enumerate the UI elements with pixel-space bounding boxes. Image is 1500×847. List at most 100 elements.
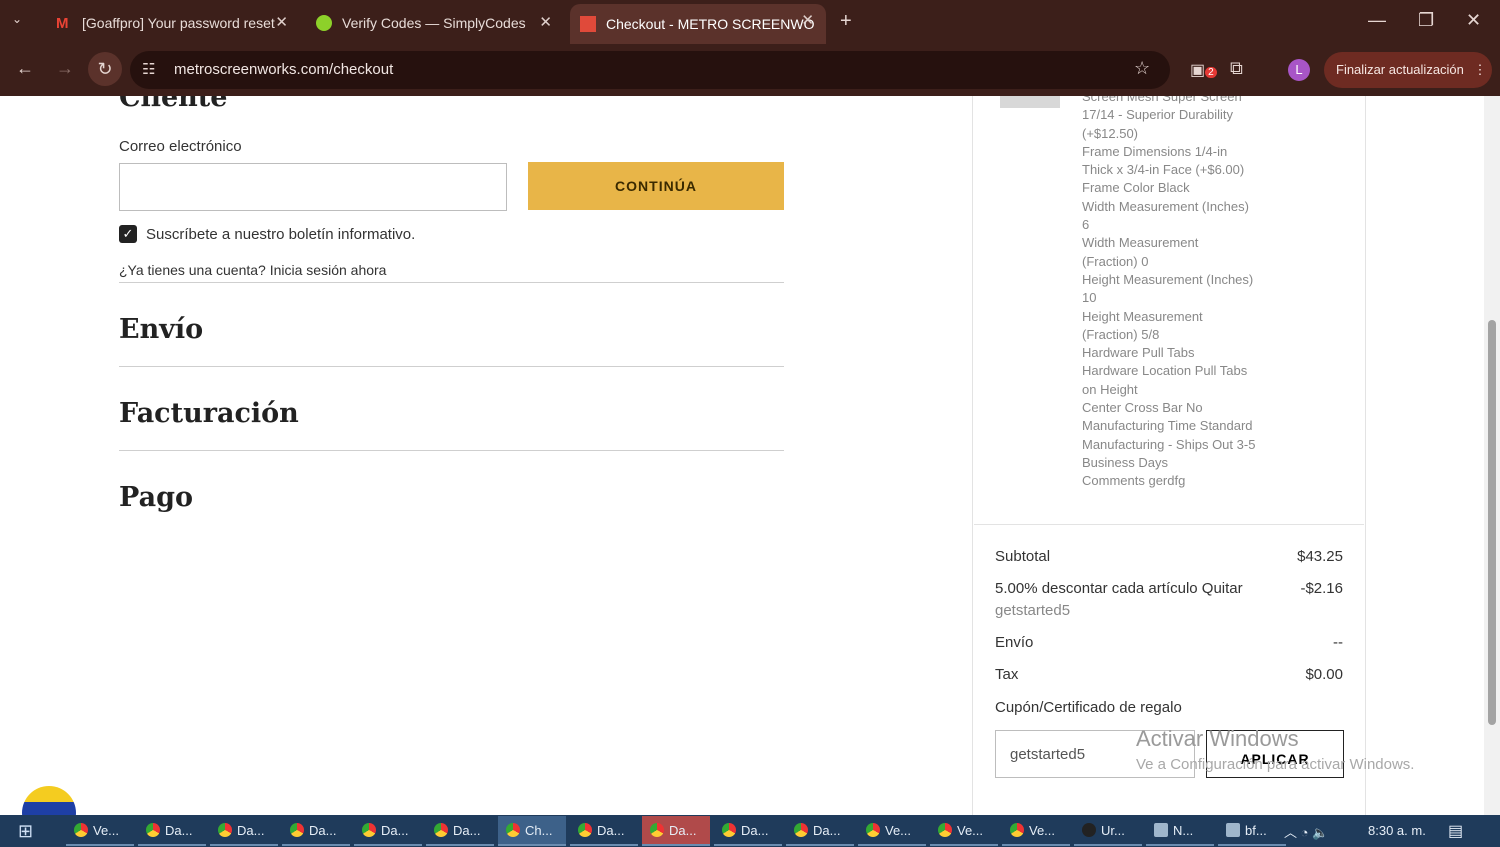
taskbar-item[interactable]: Da... bbox=[714, 816, 782, 846]
update-button[interactable]: Finalizar actualización ⋮ bbox=[1324, 52, 1492, 88]
taskbar-item[interactable]: bf... bbox=[1218, 816, 1286, 846]
coupon-label: Cupón/Certificado de regalo bbox=[995, 699, 1182, 716]
close-icon[interactable]: ✕ bbox=[275, 13, 288, 31]
close-icon[interactable]: ✕ bbox=[801, 11, 814, 29]
payment-heading[interactable]: Pago bbox=[119, 482, 193, 513]
clock[interactable]: 8:30 a. m. bbox=[1368, 823, 1426, 838]
taskbar-item[interactable]: Ve... bbox=[858, 816, 926, 846]
profile-avatar[interactable]: L bbox=[1288, 59, 1310, 81]
divider bbox=[119, 366, 784, 367]
taskbar-item[interactable]: Ve... bbox=[1002, 816, 1070, 846]
taskbar-item[interactable]: Ch... bbox=[498, 816, 566, 846]
browser-chrome: ⌄ M [Goaffpro] Your password reset ✕ Ver… bbox=[0, 0, 1500, 96]
option-line: Screen Mesh Super Screen 17/14 - Superio… bbox=[1082, 96, 1246, 141]
taskbar-label: Ve... bbox=[885, 823, 912, 838]
option-line: Center Cross Bar No bbox=[1082, 400, 1203, 416]
tab-title: [Goaffpro] Your password reset bbox=[82, 15, 275, 31]
scrollbar[interactable] bbox=[1484, 96, 1500, 815]
taskbar-item[interactable]: Ur... bbox=[1074, 816, 1142, 846]
subtotal-row: Subtotal $43.25 bbox=[995, 548, 1343, 565]
chrome-icon bbox=[218, 823, 232, 837]
shipping-value: -- bbox=[1333, 634, 1343, 651]
customer-heading: Cliente bbox=[119, 96, 228, 113]
option-line: Frame Color Black bbox=[1082, 180, 1190, 196]
taskbar-item[interactable]: Da... bbox=[786, 816, 854, 846]
discount-code: getstarted5 bbox=[995, 602, 1071, 619]
discount-label[interactable]: 5.00% descontar cada artículo Quitar bbox=[995, 580, 1243, 597]
option-line: Height Measurement (Inches) 10 bbox=[1082, 271, 1257, 306]
chrome-icon bbox=[578, 823, 592, 837]
activation-watermark-subtitle: Ve a Configuración para activar Windows. bbox=[1136, 756, 1415, 773]
chrome-icon bbox=[146, 823, 160, 837]
start-icon[interactable]: ⊞ bbox=[18, 821, 33, 842]
taskbar: ⊞ Ve... Da... Da... Da... Da... Da... Ch… bbox=[0, 815, 1500, 847]
login-link[interactable]: ¿Ya tienes una cuenta? Inicia sesión aho… bbox=[119, 262, 386, 278]
option-line: Hardware Location Pull Tabs on Height bbox=[1082, 363, 1251, 397]
continue-button[interactable]: CONTINÚA bbox=[528, 162, 784, 210]
tab-checkout[interactable]: Checkout - METRO SCREENWO ✕ bbox=[570, 4, 826, 44]
back-icon[interactable]: ← bbox=[16, 58, 34, 79]
taskbar-item[interactable]: Ve... bbox=[66, 816, 134, 846]
tray-icons[interactable]: ︿ ◔ 🔈 bbox=[1284, 822, 1328, 841]
taskbar-item[interactable]: Da... bbox=[570, 816, 638, 846]
site-info-icon[interactable]: ☷ bbox=[142, 60, 155, 78]
minimize-button[interactable]: — bbox=[1368, 10, 1386, 31]
tab-simplycodes[interactable]: Verify Codes — SimplyCodes ✕ bbox=[306, 6, 564, 40]
taskbar-item[interactable]: Da... bbox=[642, 816, 710, 846]
chrome-icon bbox=[290, 823, 304, 837]
tab-title: Checkout - METRO SCREENWO bbox=[606, 16, 815, 32]
tab-search-icon[interactable]: ⌄ bbox=[12, 12, 22, 26]
chrome-icon bbox=[794, 823, 808, 837]
email-field[interactable] bbox=[119, 163, 507, 211]
subtotal-value: $43.25 bbox=[1297, 548, 1343, 565]
taskbar-label: Ve... bbox=[1029, 823, 1056, 838]
chrome-icon bbox=[74, 823, 88, 837]
bookmark-star-icon[interactable]: ☆ bbox=[1134, 58, 1150, 79]
taskbar-label: Da... bbox=[309, 823, 337, 838]
shipping-row: Envío -- bbox=[995, 634, 1343, 651]
product-options: Screen Mesh Super Screen 17/14 - Superio… bbox=[1082, 96, 1260, 491]
url-text[interactable]: metroscreenworks.com/checkout bbox=[174, 61, 393, 78]
reload-icon[interactable]: ↻ bbox=[88, 52, 122, 86]
taskbar-item[interactable]: Ve... bbox=[930, 816, 998, 846]
taskbar-item[interactable]: Da... bbox=[354, 816, 422, 846]
new-tab-button[interactable]: + bbox=[840, 10, 852, 33]
notepad-icon bbox=[1154, 823, 1168, 837]
taskbar-label: Da... bbox=[669, 823, 697, 838]
tax-value: $0.00 bbox=[1305, 666, 1343, 683]
option-line: Height Measurement (Fraction) 5/8 bbox=[1082, 308, 1207, 342]
newsletter-label: Suscríbete a nuestro boletín informativo… bbox=[146, 226, 416, 243]
extension-icon[interactable]: ▣ 2 bbox=[1190, 60, 1217, 80]
taskbar-item[interactable]: Da... bbox=[426, 816, 494, 846]
chrome-icon bbox=[434, 823, 448, 837]
taskbar-item[interactable]: Da... bbox=[138, 816, 206, 846]
activation-watermark: Activar Windows bbox=[1136, 726, 1299, 751]
billing-heading[interactable]: Facturación bbox=[119, 398, 299, 429]
notification-icon[interactable]: ▤ bbox=[1448, 821, 1463, 841]
forward-icon[interactable]: → bbox=[56, 58, 74, 79]
restore-button[interactable]: ❐ bbox=[1418, 10, 1434, 31]
option-line: Width Measurement (Fraction) 0 bbox=[1082, 235, 1202, 269]
newsletter-checkbox[interactable]: ✓ bbox=[119, 225, 137, 243]
taskbar-item[interactable]: N... bbox=[1146, 816, 1214, 846]
shipping-heading[interactable]: Envío bbox=[119, 314, 203, 345]
close-window-button[interactable]: ✕ bbox=[1466, 10, 1481, 31]
taskbar-label: bf... bbox=[1245, 823, 1267, 838]
option-line: Hardware Pull Tabs bbox=[1082, 345, 1195, 361]
close-icon[interactable]: ✕ bbox=[539, 13, 552, 31]
option-line: Comments gerdfg bbox=[1082, 473, 1186, 489]
taskbar-label: N... bbox=[1173, 823, 1194, 838]
taskbar-label: Da... bbox=[381, 823, 409, 838]
divider bbox=[974, 524, 1364, 525]
tab-gmail[interactable]: M [Goaffpro] Your password reset ✕ bbox=[46, 6, 300, 40]
taskbar-item[interactable]: Da... bbox=[210, 816, 278, 846]
taskbar-item[interactable]: Da... bbox=[282, 816, 350, 846]
puzzle-icon[interactable]: ⧉ bbox=[1230, 58, 1243, 79]
taskbar-label: Ve... bbox=[957, 823, 984, 838]
option-line: Manufacturing Time Standard Manufacturin… bbox=[1082, 418, 1260, 470]
chrome-icon bbox=[506, 823, 520, 837]
scrollbar-thumb[interactable] bbox=[1488, 320, 1496, 725]
tab-title: Verify Codes — SimplyCodes bbox=[342, 15, 526, 31]
discount-value: -$2.16 bbox=[1300, 580, 1343, 597]
chrome-icon bbox=[362, 823, 376, 837]
